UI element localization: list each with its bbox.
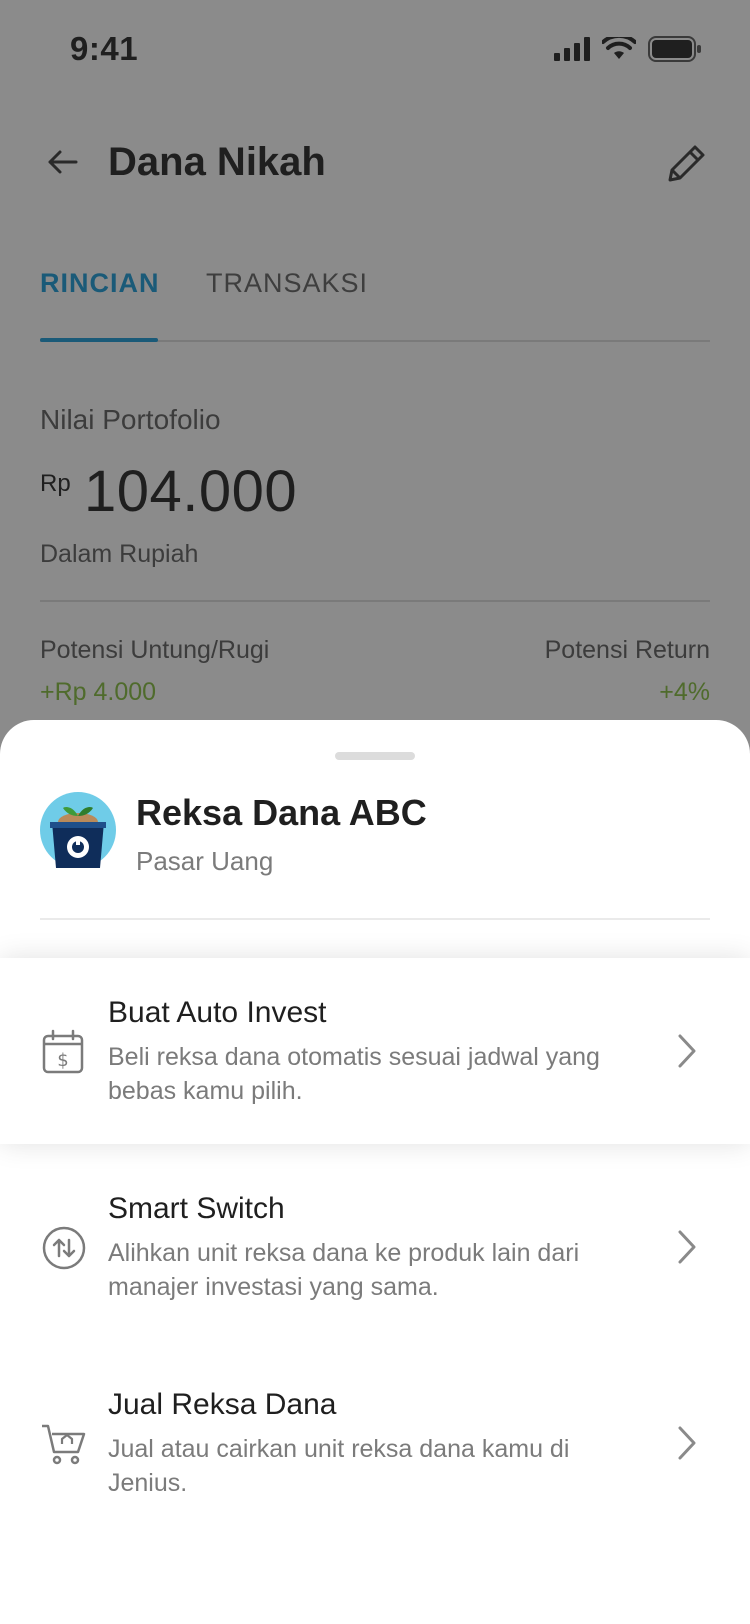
return-value: +4% [659,678,710,706]
option-auto-invest[interactable]: $ Buat Auto Invest Beli reksa dana otoma… [0,958,750,1144]
fund-name: Reksa Dana ABC [136,792,427,833]
currency-note: Dalam Rupiah [40,540,199,568]
option-description: Alihkan unit reksa dana ke produk lain d… [108,1239,580,1301]
fund-pot-icon [40,792,116,868]
bottom-sheet: Reksa Dana ABC Pasar Uang $ Buat Auto In… [0,720,750,1624]
profit-loss-value: +Rp 4.000 [40,678,157,706]
battery-icon [648,36,701,62]
tab-bar: RINCIAN TRANSAKSI [40,262,710,342]
status-icons [554,36,702,62]
return-label: Potensi Return [544,636,710,664]
fund-type: Pasar Uang [136,846,274,876]
option-smart-switch[interactable]: Smart Switch Alihkan unit reksa dana ke … [0,1154,750,1340]
portfolio-amount: 104.000 [84,459,298,524]
sheet-drag-handle[interactable] [335,752,415,760]
page-title: Dana Nikah [108,140,326,184]
chevron-right-icon [678,1230,696,1264]
status-time: 9:41 [70,30,139,67]
signal-icon [554,37,590,61]
option-title: Smart Switch [108,1192,285,1225]
divider [40,600,710,602]
tab-transaksi[interactable]: TRANSAKSI [206,268,368,299]
tab-rincian[interactable]: RINCIAN [40,268,160,299]
divider [40,918,710,920]
screen: 9:41 Dana Nikah RINCIAN TRANSAKSI Nilai … [0,0,750,1624]
option-sell-fund[interactable]: Jual Reksa Dana Jual atau cairkan unit r… [0,1350,750,1536]
chevron-right-icon [678,1426,696,1460]
back-button[interactable] [44,142,84,182]
edit-button[interactable] [662,140,710,188]
option-description: Jual atau cairkan unit reksa dana kamu d… [108,1435,570,1497]
chevron-right-icon [678,1034,696,1068]
portfolio-label: Nilai Portofolio [40,404,221,435]
cart-sell-icon [42,1424,86,1465]
pencil-icon [668,145,705,182]
switch-arrows-icon [42,1226,86,1270]
arrow-left-icon [48,150,78,174]
fund-logo [40,792,116,868]
option-title: Buat Auto Invest [108,996,327,1029]
option-description: Beli reksa dana otomatis sesuai jadwal y… [108,1043,600,1105]
svg-text:$: $ [57,1050,68,1071]
calendar-dollar-icon: $ [42,1029,84,1074]
active-tab-indicator [40,338,158,342]
wifi-icon [602,37,636,59]
profit-loss-label: Potensi Untung/Rugi [40,636,270,664]
option-title: Jual Reksa Dana [108,1388,337,1421]
currency-label: Rp [40,470,71,497]
